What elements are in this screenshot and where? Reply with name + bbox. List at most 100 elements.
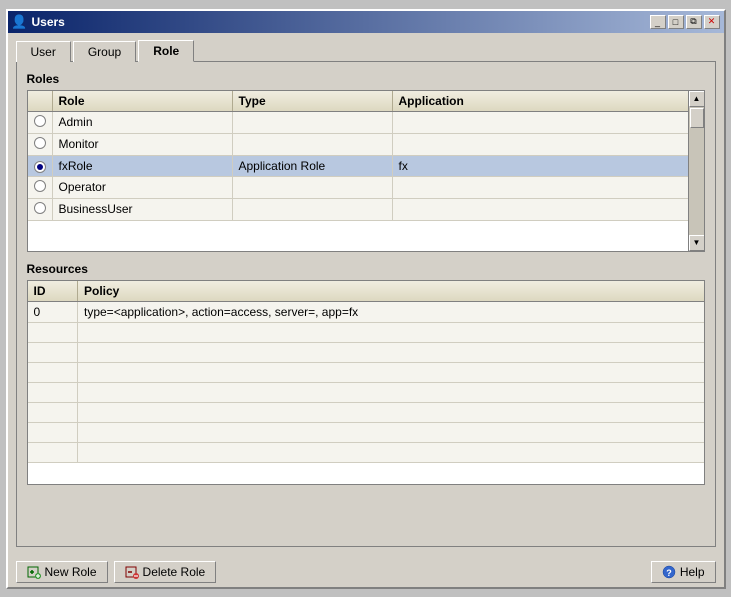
scroll-up-button[interactable]: ▲ [689, 91, 705, 107]
resources-section-title: Resources [27, 262, 705, 276]
resource-id [28, 342, 78, 362]
table-row[interactable] [28, 382, 704, 402]
col-header-application: Application [392, 91, 688, 112]
radio-button[interactable] [34, 137, 46, 149]
role-name[interactable]: Admin [52, 111, 232, 133]
resource-policy [78, 382, 704, 402]
roles-table-header: Role Type Application [28, 91, 688, 112]
table-row[interactable]: fxRole Application Role fx [28, 155, 688, 176]
delete-role-icon [125, 565, 139, 579]
col-header-role: Role [52, 91, 232, 112]
resource-policy: type=<application>, action=access, serve… [78, 301, 704, 322]
radio-cell[interactable] [28, 111, 53, 133]
role-name[interactable]: fxRole [52, 155, 232, 176]
resource-id [28, 322, 78, 342]
role-type [232, 111, 392, 133]
title-bar-left: 👤 Users [12, 14, 65, 30]
roles-table-scroll: Role Type Application Admin [28, 91, 688, 251]
resources-table: ID Policy 0 type=<application>, action=a… [28, 281, 704, 463]
resource-id [28, 422, 78, 442]
scroll-track[interactable] [689, 107, 704, 235]
role-application [392, 133, 688, 155]
tab-user[interactable]: User [16, 41, 71, 62]
radio-cell[interactable] [28, 155, 53, 176]
help-button[interactable]: ? Help [651, 561, 716, 583]
minimize-button[interactable]: _ [650, 15, 666, 29]
delete-role-button[interactable]: Delete Role [114, 561, 217, 583]
col-header-policy: Policy [78, 281, 704, 302]
table-row[interactable]: BusinessUser [28, 198, 688, 220]
resources-section: Resources ID Policy 0 type=<appl [27, 262, 705, 485]
footer: New Role Delete Role ? [8, 555, 724, 587]
delete-role-label: Delete Role [143, 565, 206, 579]
col-header-id: ID [28, 281, 78, 302]
help-icon: ? [662, 565, 676, 579]
main-window: 👤 Users _ □ ⧉ ✕ User Group Role Roles [6, 9, 726, 589]
roles-table-container: Role Type Application Admin [27, 90, 705, 252]
radio-button[interactable] [34, 180, 46, 192]
resource-policy [78, 402, 704, 422]
roles-table-wrapper: Role Type Application Admin [28, 91, 704, 251]
col-header-radio [28, 91, 53, 112]
table-row[interactable] [28, 422, 704, 442]
role-type [232, 133, 392, 155]
table-row[interactable] [28, 402, 704, 422]
role-name[interactable]: BusinessUser [52, 198, 232, 220]
roles-scrollbar[interactable]: ▲ ▼ [688, 91, 704, 251]
table-row[interactable] [28, 362, 704, 382]
table-row[interactable]: 0 type=<application>, action=access, ser… [28, 301, 704, 322]
content-area: User Group Role Roles Ro [8, 33, 724, 555]
role-type: Application Role [232, 155, 392, 176]
resource-policy [78, 442, 704, 462]
table-row[interactable] [28, 342, 704, 362]
resource-policy [78, 342, 704, 362]
table-row[interactable]: Admin [28, 111, 688, 133]
new-role-label: New Role [45, 565, 97, 579]
radio-cell[interactable] [28, 198, 53, 220]
new-role-button[interactable]: New Role [16, 561, 108, 583]
radio-button[interactable] [34, 202, 46, 214]
scroll-thumb[interactable] [690, 108, 704, 128]
tab-role[interactable]: Role [138, 40, 194, 62]
new-role-icon [27, 565, 41, 579]
role-application [392, 111, 688, 133]
close-button[interactable]: ✕ [704, 15, 720, 29]
role-application: fx [392, 155, 688, 176]
role-type [232, 198, 392, 220]
title-bar: 👤 Users _ □ ⧉ ✕ [8, 11, 724, 33]
col-header-type: Type [232, 91, 392, 112]
resource-policy [78, 422, 704, 442]
resource-id [28, 382, 78, 402]
roles-table: Role Type Application Admin [28, 91, 688, 221]
resources-table-header: ID Policy [28, 281, 704, 302]
radio-button[interactable] [34, 115, 46, 127]
resource-id [28, 362, 78, 382]
role-application [392, 198, 688, 220]
resource-policy [78, 322, 704, 342]
window-icon: 👤 [12, 14, 28, 30]
resource-policy [78, 362, 704, 382]
restore-button[interactable]: □ [668, 15, 684, 29]
table-row[interactable] [28, 322, 704, 342]
footer-left-buttons: New Role Delete Role [16, 561, 217, 583]
roles-section-title: Roles [27, 72, 705, 86]
role-type [232, 176, 392, 198]
table-row[interactable]: Monitor [28, 133, 688, 155]
tabs-bar: User Group Role [16, 39, 716, 61]
table-row[interactable] [28, 442, 704, 462]
role-name[interactable]: Operator [52, 176, 232, 198]
role-name[interactable]: Monitor [52, 133, 232, 155]
tab-group[interactable]: Group [73, 41, 136, 62]
resource-id [28, 402, 78, 422]
help-label: Help [680, 565, 705, 579]
svg-text:?: ? [666, 568, 672, 578]
roles-section: Roles Role Type Application [27, 72, 705, 252]
radio-cell[interactable] [28, 176, 53, 198]
radio-button-selected[interactable] [34, 161, 46, 173]
window-title: Users [32, 15, 65, 29]
resource-id: 0 [28, 301, 78, 322]
scroll-down-button[interactable]: ▼ [689, 235, 705, 251]
radio-cell[interactable] [28, 133, 53, 155]
table-row[interactable]: Operator [28, 176, 688, 198]
maximize-button[interactable]: ⧉ [686, 15, 702, 29]
